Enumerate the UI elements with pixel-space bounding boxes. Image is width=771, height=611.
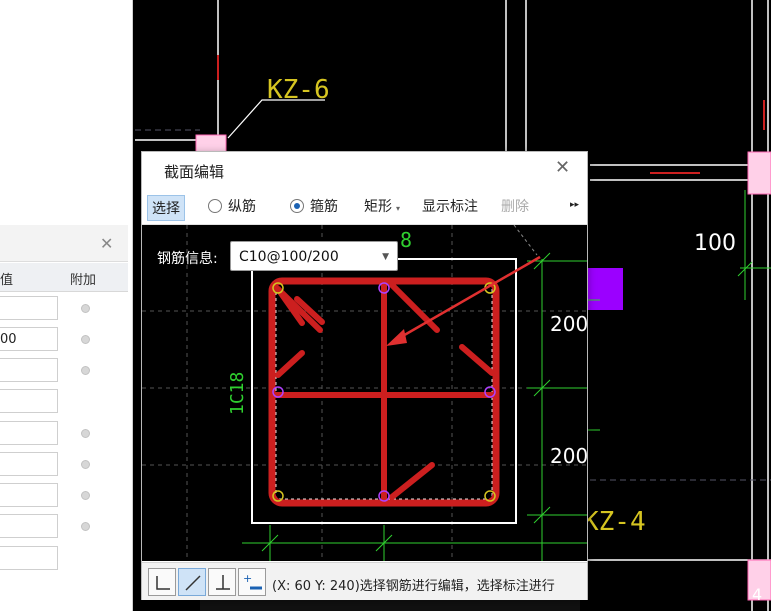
corner-number: 4 <box>752 585 762 604</box>
property-row: 00 <box>0 324 128 356</box>
add-line-icon: + <box>243 572 262 590</box>
column-value-header: 值 <box>0 273 14 288</box>
diagonal-line-icon <box>185 575 201 591</box>
delete-button[interactable]: 删除 <box>501 196 529 216</box>
property-value-cell[interactable] <box>0 546 58 570</box>
property-row <box>0 449 128 481</box>
snap-perpendicular-button[interactable] <box>148 568 176 596</box>
add-dimension-button[interactable]: + <box>238 568 266 596</box>
dropdown-arrow-icon: ▼ <box>382 252 389 262</box>
property-row <box>0 511 128 543</box>
svg-text:+: + <box>243 572 252 585</box>
property-row <box>0 386 128 418</box>
property-panel: ✕ 值 附加 00 <box>0 0 133 611</box>
close-icon[interactable]: ✕ <box>555 157 570 178</box>
snap-vertical-button[interactable] <box>208 568 236 596</box>
radio-icon <box>208 199 222 213</box>
section-edit-dialog: 截面编辑 ✕ 选择 纵筋 箍筋 矩形 ▾ 显示标注 删除 ▸▸ 200 200 … <box>141 151 588 600</box>
property-value-cell[interactable] <box>0 483 58 507</box>
dialog-toolbar: 选择 纵筋 箍筋 矩形 ▾ 显示标注 删除 ▸▸ <box>142 188 587 225</box>
purple-column-block <box>587 268 623 310</box>
property-value-cell[interactable] <box>0 421 58 445</box>
property-row <box>0 543 128 575</box>
status-text: (X: 60 Y: 240)选择钢筋进行编辑，选择标注进行 <box>272 579 555 594</box>
extra-checkbox[interactable] <box>81 429 90 438</box>
extra-checkbox[interactable] <box>81 491 90 500</box>
panel-close-icon[interactable]: ✕ <box>100 234 113 253</box>
extra-checkbox[interactable] <box>81 366 90 375</box>
rebar-info-value: C10@100/200 <box>239 249 339 265</box>
stirrup-label: 箍筋 <box>310 199 338 215</box>
corner-snap-icon <box>156 576 170 590</box>
section-canvas[interactable]: 200 200 8 1C18 <box>142 225 587 561</box>
extra-checkbox[interactable] <box>81 335 90 344</box>
rebar-info-dropdown[interactable]: C10@100/200 ▼ <box>230 241 398 271</box>
property-row <box>0 480 128 512</box>
dialog-title: 截面编辑 <box>164 163 225 181</box>
property-value-cell[interactable] <box>0 358 58 382</box>
side-bar-label: 1C18 <box>227 372 248 415</box>
perpendicular-icon <box>216 575 230 590</box>
extra-checkbox[interactable] <box>81 460 90 469</box>
property-value-cell[interactable] <box>0 452 58 476</box>
column-extra-header: 附加 <box>70 273 97 288</box>
longitudinal-label: 纵筋 <box>228 199 256 215</box>
property-value-cell[interactable] <box>0 389 58 413</box>
kz4-label: KZ-4 <box>583 507 646 537</box>
extra-checkbox[interactable] <box>81 304 90 313</box>
radio-selected-icon <box>290 199 304 213</box>
shape-dropdown[interactable]: 矩形 ▾ <box>364 196 400 216</box>
dialog-statusbar: + (X: 60 Y: 240)选择钢筋进行编辑，选择标注进行 <box>142 562 587 600</box>
snap-angle-button[interactable] <box>178 568 206 596</box>
toolbar-more-icon[interactable]: ▸▸ <box>570 200 579 210</box>
extra-checkbox[interactable] <box>81 522 90 531</box>
dim-200-bottom: 200 <box>550 444 587 468</box>
select-button[interactable]: 选择 <box>147 195 185 221</box>
property-table-header: 值 附加 <box>0 263 128 292</box>
property-row <box>0 355 128 387</box>
stirrup-radio[interactable]: 箍筋 <box>290 196 338 216</box>
dim-200-top: 200 <box>550 312 587 336</box>
property-row <box>0 293 128 325</box>
dropdown-arrow-icon: ▾ <box>396 204 401 213</box>
rebar-info-label: 钢筋信息: <box>157 251 218 267</box>
longitudinal-radio[interactable]: 纵筋 <box>208 196 256 216</box>
top-bar-label: 8 <box>400 228 412 252</box>
dim-100-label: 100 <box>694 231 736 256</box>
kz6-label: KZ-6 <box>267 75 330 105</box>
property-value-cell[interactable]: 00 <box>0 327 58 351</box>
property-row <box>0 418 128 450</box>
shape-label: 矩形 <box>364 199 392 215</box>
show-annotation-button[interactable]: 显示标注 <box>422 196 478 216</box>
property-value-cell[interactable] <box>0 296 58 320</box>
property-value-cell[interactable] <box>0 514 58 538</box>
